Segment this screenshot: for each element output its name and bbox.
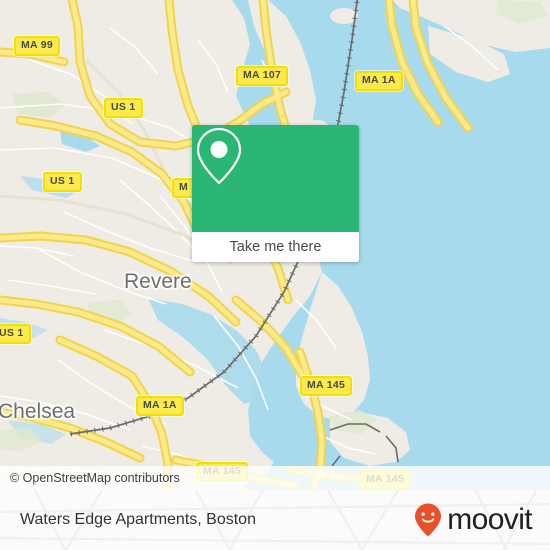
road-shield-ma-145-north: MA 145 xyxy=(300,376,353,396)
moovit-logo: moovit xyxy=(413,502,533,538)
road-shield-us-1-west: US 1 xyxy=(0,324,31,344)
map-attribution-bar: © OpenStreetMap contributors xyxy=(0,466,550,490)
location-card[interactable]: Take me there xyxy=(192,125,359,262)
road-shield-ma-99: MA 99 xyxy=(14,36,61,56)
map-canvas[interactable]: Revere Chelsea MA 99 MA 107 MA 1A US 1 U… xyxy=(0,0,550,490)
place-label: Revere xyxy=(124,270,192,293)
moovit-map-screenshot: Revere Chelsea MA 99 MA 107 MA 1A US 1 U… xyxy=(0,0,550,550)
page-title: Waters Edge Apartments, Boston xyxy=(20,511,256,528)
map-pin-icon xyxy=(196,127,242,185)
moovit-smiley-pin-icon xyxy=(415,503,442,537)
road-shield-us-1-mid: US 1 xyxy=(43,172,82,192)
place-label: Chelsea xyxy=(0,400,76,423)
road-shield-ma-1a-north: MA 1A xyxy=(355,71,403,91)
osm-attribution-text: © OpenStreetMap contributors xyxy=(10,471,180,485)
take-me-there-label: Take me there xyxy=(229,239,322,255)
road-shield-ma-1a-south: MA 1A xyxy=(136,396,184,416)
footer-bar: Waters Edge Apartments, Boston moovit xyxy=(0,490,550,550)
location-card-icon-area xyxy=(192,125,359,232)
road-shield-us-1-north: US 1 xyxy=(104,98,143,118)
take-me-there-button[interactable]: Take me there xyxy=(192,232,359,262)
moovit-wordmark: moovit xyxy=(447,503,532,536)
road-shield-ma-107: MA 107 xyxy=(236,66,289,86)
